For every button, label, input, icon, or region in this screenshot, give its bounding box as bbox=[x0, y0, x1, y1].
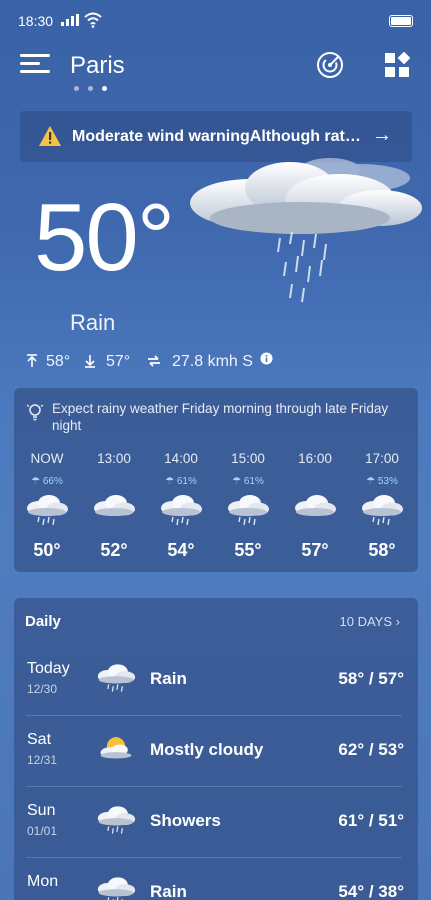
hour-temp: 58° bbox=[368, 540, 396, 560]
widgets-icon[interactable] bbox=[384, 52, 410, 78]
hour-time: NOW bbox=[30, 451, 64, 466]
wind-icon bbox=[148, 355, 160, 367]
precip-chance: ☂ 53% bbox=[352, 476, 412, 487]
rain-cloud-icon bbox=[25, 492, 69, 528]
day-condition: Showers bbox=[150, 811, 221, 830]
sun-cloud-icon bbox=[96, 732, 136, 766]
page-dot bbox=[74, 86, 79, 91]
wifi-icon bbox=[84, 12, 102, 28]
day-condition: Rain bbox=[150, 882, 187, 900]
rain-cloud-illustration bbox=[190, 158, 422, 303]
wind-speed: 27.8 kmh S bbox=[172, 353, 253, 370]
divider bbox=[26, 786, 402, 787]
hour-temp: 54° bbox=[167, 540, 195, 560]
hour-temp: 50° bbox=[33, 540, 61, 560]
status-bar: 18:30 bbox=[0, 0, 431, 42]
hourly-forecast-card[interactable]: Expect rainy weather Friday morning thro… bbox=[14, 388, 418, 572]
day-date: 12/30 bbox=[27, 682, 58, 696]
precip-value: 66% bbox=[42, 476, 63, 487]
city-name[interactable]: Paris bbox=[70, 52, 125, 80]
daily-row[interactable]: Mon Rain 54° / 38° bbox=[14, 857, 418, 900]
hour-time: 17:00 bbox=[365, 451, 399, 466]
daily-row[interactable]: Sat 12/31 Mostly cloudy 62° / 53° bbox=[14, 715, 418, 786]
warning-icon bbox=[39, 126, 61, 146]
hour-time: 16:00 bbox=[298, 451, 332, 466]
cloud-icon bbox=[293, 492, 337, 528]
menu-button[interactable] bbox=[20, 52, 50, 76]
umbrella-icon: ☂ bbox=[31, 476, 41, 487]
umbrella-icon: ☂ bbox=[366, 476, 376, 487]
low-temp-icon bbox=[85, 355, 95, 368]
day-name: Sat bbox=[27, 731, 52, 748]
rain-cloud-icon bbox=[159, 492, 203, 528]
day-temps: 54° / 38° bbox=[338, 882, 404, 900]
rain-cloud-icon bbox=[96, 874, 136, 900]
hourly-item[interactable]: NOW ☂ 66% 50° bbox=[17, 450, 77, 568]
day-temps: 58° / 57° bbox=[338, 669, 404, 688]
forecast-summary: Expect rainy weather Friday morning thro… bbox=[52, 401, 389, 433]
day-name: Sun bbox=[27, 802, 56, 819]
radar-icon[interactable] bbox=[316, 51, 344, 79]
current-details: 58° 57° 27.8 kmh S bbox=[26, 351, 326, 373]
daily-title: Daily bbox=[25, 613, 61, 630]
chevron-right-icon: › bbox=[395, 614, 400, 629]
cloud-icon bbox=[92, 492, 136, 528]
precip-chance: ☂ 66% bbox=[17, 476, 77, 487]
precip-chance: ☂ 61% bbox=[218, 476, 278, 487]
hour-time: 15:00 bbox=[231, 451, 265, 466]
hourly-item[interactable]: 14:00 ☂ 61% 54° bbox=[151, 450, 211, 568]
info-icon[interactable] bbox=[260, 352, 273, 365]
high-temp: 58° bbox=[46, 353, 71, 370]
divider bbox=[26, 715, 402, 716]
page-dot-active bbox=[102, 86, 107, 91]
low-temp: 57° bbox=[106, 353, 131, 370]
hour-time: 13:00 bbox=[97, 451, 131, 466]
rain-cloud-icon bbox=[96, 661, 136, 695]
hour-temp: 57° bbox=[301, 540, 329, 560]
umbrella-icon: ☂ bbox=[165, 476, 175, 487]
day-date: 12/31 bbox=[27, 753, 58, 767]
precip-value: 61% bbox=[176, 476, 197, 487]
signal-icon bbox=[61, 14, 79, 26]
page-dot bbox=[88, 86, 93, 91]
hour-time: 14:00 bbox=[164, 451, 198, 466]
umbrella-icon: ☂ bbox=[232, 476, 242, 487]
hour-temp: 52° bbox=[100, 540, 128, 560]
precip-value: 53% bbox=[377, 476, 398, 487]
daily-forecast-card: Daily 10 DAYS › Today 12/30 Rain 58° / 57° S… bbox=[14, 598, 418, 900]
day-name: Mon bbox=[27, 873, 59, 890]
ten-days-link[interactable]: 10 DAYS › bbox=[340, 614, 400, 629]
daily-row[interactable]: Sun 01/01 Showers 61° / 51° bbox=[14, 786, 418, 857]
precip-chance: ☂ 61% bbox=[151, 476, 211, 487]
top-bar: Paris bbox=[0, 46, 431, 86]
rain-cloud-icon bbox=[360, 492, 404, 528]
rain-cloud-icon bbox=[226, 492, 270, 528]
hour-temp: 55° bbox=[234, 540, 262, 560]
status-time: 18:30 bbox=[18, 13, 54, 29]
day-condition: Mostly cloudy bbox=[150, 740, 264, 759]
day-name: Today bbox=[27, 660, 70, 677]
high-temp-icon bbox=[27, 354, 37, 367]
hourly-item[interactable]: 13:00 52° bbox=[84, 450, 144, 568]
hourly-item[interactable]: 15:00 ☂ 61% 55° bbox=[218, 450, 278, 568]
day-temps: 61° / 51° bbox=[338, 811, 404, 830]
ten-days-label: 10 DAYS bbox=[339, 614, 393, 629]
daily-row[interactable]: Today 12/30 Rain 58° / 57° bbox=[14, 644, 418, 715]
battery-icon bbox=[389, 15, 413, 27]
hourly-item[interactable]: 16:00 57° bbox=[285, 450, 345, 568]
day-temps: 62° / 53° bbox=[338, 740, 404, 759]
divider bbox=[26, 857, 402, 858]
day-condition: Rain bbox=[150, 669, 187, 688]
current-temperature: 50° bbox=[34, 184, 175, 291]
hourly-item[interactable]: 17:00 ☂ 53% 58° bbox=[352, 450, 412, 568]
alert-text: Moderate wind warningAlthough rat… bbox=[72, 128, 361, 145]
page-indicator bbox=[74, 86, 114, 94]
precip-value: 61% bbox=[243, 476, 264, 487]
current-condition: Rain bbox=[70, 310, 116, 335]
day-date: 01/01 bbox=[27, 824, 58, 838]
arrow-right-icon[interactable]: → bbox=[372, 124, 392, 147]
lightbulb-icon bbox=[26, 404, 44, 421]
rain-cloud-icon bbox=[96, 803, 136, 837]
